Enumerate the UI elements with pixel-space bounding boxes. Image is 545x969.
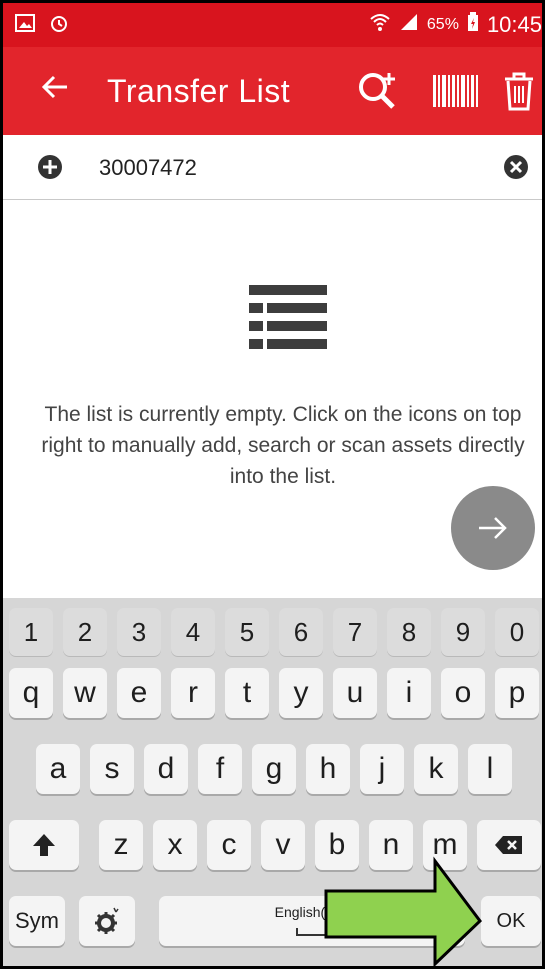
key-g[interactable]: g [252,744,296,794]
phone-screen: 65% 10:45 Transfer List 30007472 The lis… [0,0,545,969]
search-add-icon[interactable] [355,69,403,113]
key-r[interactable]: r [171,668,215,718]
key-y[interactable]: y [279,668,323,718]
key-z[interactable]: z [99,820,143,870]
key-t[interactable]: t [225,668,269,718]
key-3[interactable]: 3 [117,608,161,656]
app-bar: Transfer List [3,47,542,135]
backspace-key[interactable] [477,820,541,870]
page-title: Transfer List [107,73,291,109]
trash-icon[interactable] [499,69,539,113]
key-i[interactable]: i [387,668,431,718]
key-f[interactable]: f [198,744,242,794]
soft-keyboard: 1 2 3 4 5 6 7 8 9 0 q w e r t y u i o p … [3,598,542,966]
ok-key[interactable]: OK [481,896,541,946]
key-u[interactable]: u [333,668,377,718]
key-e[interactable]: e [117,668,161,718]
key-o[interactable]: o [441,668,485,718]
key-c[interactable]: c [207,820,251,870]
key-8[interactable]: 8 [387,608,431,656]
clear-circle-icon[interactable] [503,154,529,180]
key-1[interactable]: 1 [9,608,53,656]
space-bar[interactable]: English(UK) [159,896,465,946]
key-p[interactable]: p [495,668,539,718]
wifi-icon [369,11,391,39]
key-m[interactable]: m [423,820,467,870]
key-v[interactable]: v [261,820,305,870]
space-icon [296,928,332,936]
key-s[interactable]: s [90,744,134,794]
next-fab-button[interactable] [451,486,535,570]
arrow-right-icon [479,517,507,539]
battery-icon [467,12,479,38]
key-n[interactable]: n [369,820,413,870]
key-h[interactable]: h [306,744,350,794]
settings-key[interactable] [79,896,135,946]
shift-key[interactable] [9,820,79,870]
empty-list-message: The list is currently empty. Click on th… [41,403,525,488]
list-icon [249,285,327,349]
status-bar: 65% 10:45 [3,3,542,47]
back-arrow-icon[interactable] [41,69,69,107]
key-0[interactable]: 0 [495,608,539,656]
key-x[interactable]: x [153,820,197,870]
key-l[interactable]: l [468,744,512,794]
add-circle-icon[interactable] [37,154,63,180]
key-k[interactable]: k [414,744,458,794]
signal-icon [399,12,419,38]
key-2[interactable]: 2 [63,608,107,656]
backspace-icon [495,836,522,854]
key-9[interactable]: 9 [441,608,485,656]
key-q[interactable]: q [9,668,53,718]
asset-input-row [3,135,542,200]
key-6[interactable]: 6 [279,608,323,656]
alarm-icon [49,13,69,38]
key-a[interactable]: a [36,744,80,794]
sym-key[interactable]: Sym [9,896,65,946]
key-4[interactable]: 4 [171,608,215,656]
barcode-icon[interactable] [431,73,479,109]
gear-icon [95,907,119,934]
key-b[interactable]: b [315,820,359,870]
keyboard-language-label: English(UK) [274,904,350,920]
asset-number-input[interactable] [97,149,481,187]
key-w[interactable]: w [63,668,107,718]
shift-arrow-icon [33,834,55,856]
battery-percent: 65% [426,16,459,33]
key-d[interactable]: d [144,744,188,794]
key-j[interactable]: j [360,744,404,794]
gallery-icon [15,14,35,37]
key-5[interactable]: 5 [225,608,269,656]
key-7[interactable]: 7 [333,608,377,656]
clock: 10:45 [486,12,542,37]
